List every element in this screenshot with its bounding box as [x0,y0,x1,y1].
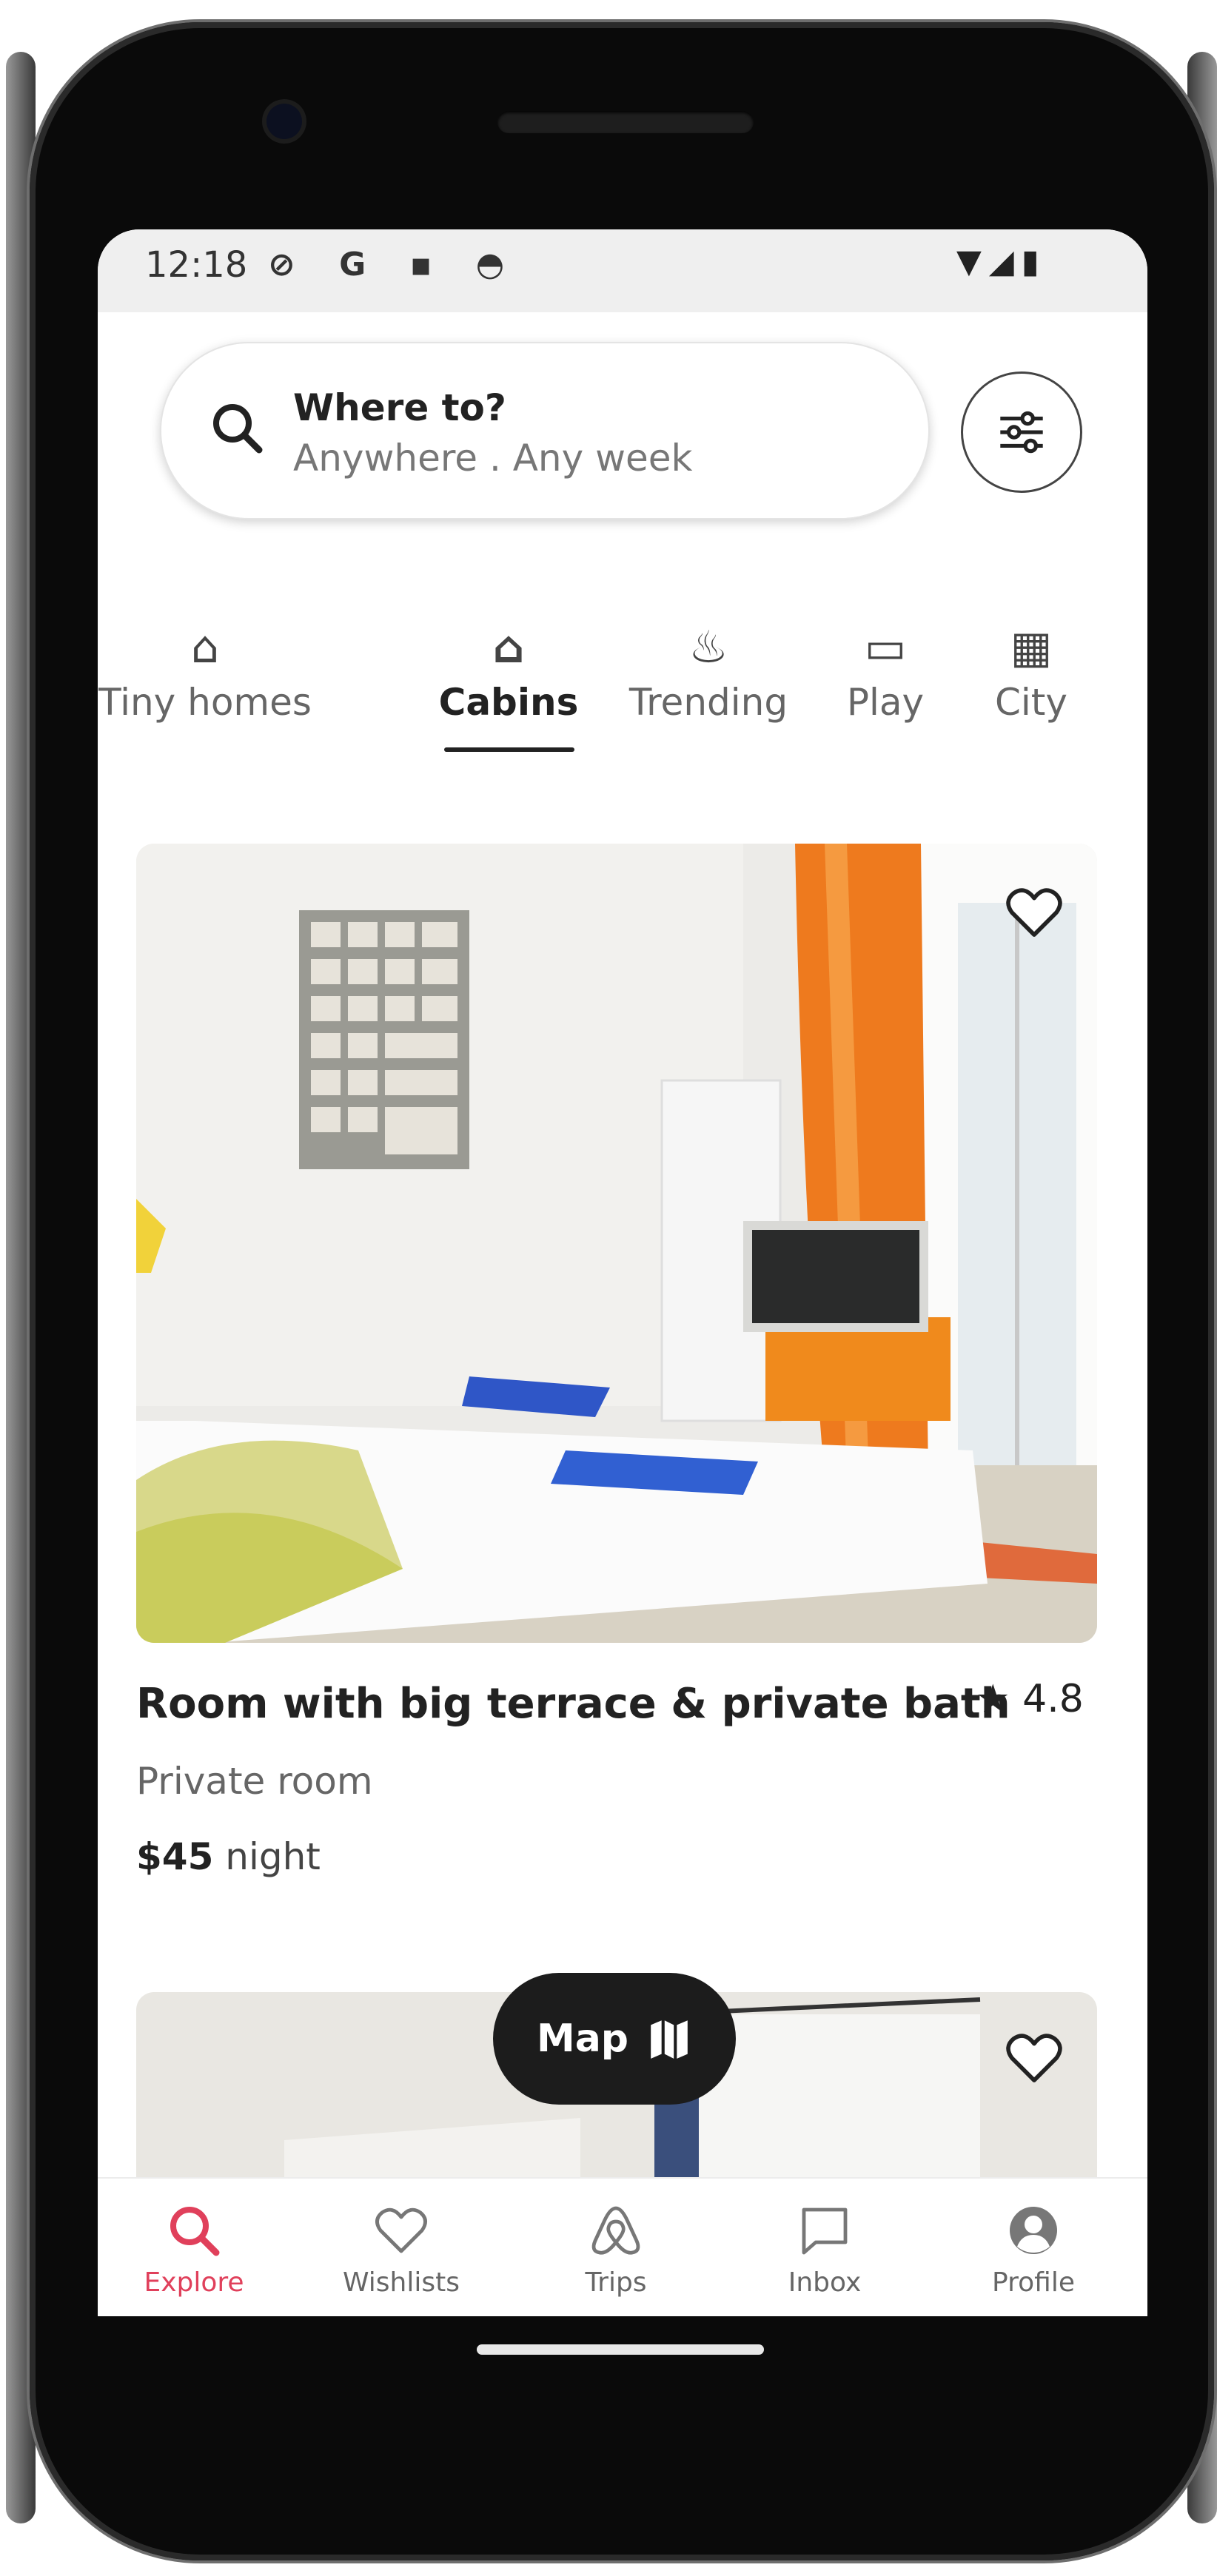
category-label: Cabins [438,681,579,724]
category-label: Trending [628,681,788,724]
category-tab-play[interactable]: ▭ Play [797,614,974,724]
status-notification-icons: ⊘ G ▪ ◓ [268,246,521,283]
map-button[interactable]: Map [493,1973,736,2105]
listing-room-type: Private room [136,1760,373,1803]
nav-wishlists[interactable]: Wishlists [305,2179,497,2316]
status-time: 12:18 [145,244,248,286]
active-tab-indicator [444,747,574,752]
nav-label: Profile [992,2267,1075,2298]
buildings-icon: ▦ [1010,622,1053,673]
map-icon [651,2020,688,2059]
profile-icon [1010,2207,1057,2254]
earpiece-speaker [497,111,754,133]
listing-photo[interactable] [136,844,1097,1643]
bottom-navigation: Explore Wishlists Trips Inbox Profile [98,2177,1147,2316]
front-camera [266,104,302,139]
search-subtitle: Anywhere . Any week [293,437,693,480]
nav-label: Wishlists [342,2267,460,2298]
star-icon: ★ [976,1677,1010,1721]
nav-inbox[interactable]: Inbox [728,2179,921,2316]
wishlist-heart-button[interactable] [1002,881,1066,944]
listing-rating: ★ 4.8 [976,1677,1084,1721]
sliders-icon [1000,411,1043,454]
listing-price: $45 night [136,1835,321,1878]
nav-profile[interactable]: Profile [937,2179,1130,2316]
nav-label: Trips [585,2267,647,2298]
category-label: City [995,681,1067,724]
message-icon [802,2207,848,2255]
app-screen: 12:18 ⊘ G ▪ ◓ ▼◢▮ Where to? Anywhere . A… [98,229,1147,2316]
category-tab-tiny-homes[interactable]: ⌂ Tiny homes [98,614,312,724]
price-amount: $45 [136,1835,214,1878]
status-signal-battery-icons: ▼◢▮ [956,243,1047,280]
category-label: Tiny homes [98,681,312,724]
category-tab-city[interactable]: ▦ City [961,614,1102,724]
nav-trips[interactable]: Trips [520,2179,712,2316]
home-gesture-bar[interactable] [477,2344,764,2355]
house-icon: ⌂ [190,622,220,673]
search-icon [213,404,263,454]
listing-title[interactable]: Room with big terrace & private bath [136,1680,1010,1728]
search-icon [170,2207,220,2256]
nav-label: Inbox [788,2267,862,2298]
gamepad-icon: ▭ [864,622,907,673]
wishlist-heart-button-2[interactable] [1002,2026,1066,2090]
price-unit: night [225,1835,321,1878]
status-bar: 12:18 ⊘ G ▪ ◓ ▼◢▮ [98,229,1147,312]
room-photo-illustration [136,844,1097,1643]
rating-value: 4.8 [1022,1677,1084,1721]
nav-explore[interactable]: Explore [98,2179,290,2316]
nav-label: Explore [144,2267,244,2298]
search-bar[interactable]: Where to? Anywhere . Any week [160,342,930,519]
filter-button[interactable] [961,371,1082,493]
airbnb-logo-icon [591,2206,640,2255]
search-title: Where to? [293,386,506,429]
heart-icon [375,2207,427,2253]
category-label: Play [846,681,925,724]
map-button-label: Map [536,2017,629,2061]
